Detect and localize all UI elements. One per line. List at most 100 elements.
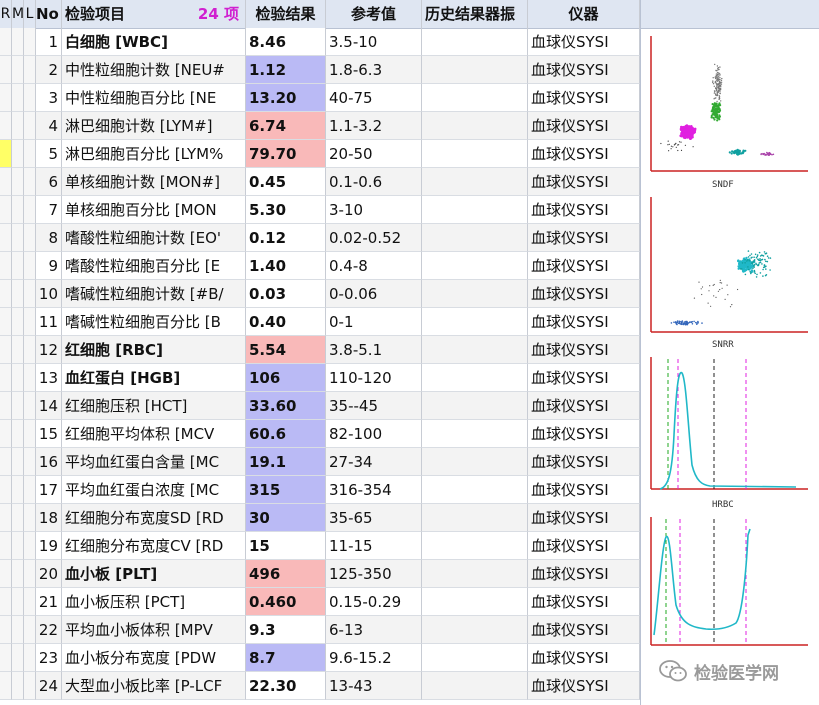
table-row[interactable]: 16 平均血红蛋白含量 [MC 19.1 27-34 血球仪SYSI — [0, 448, 640, 476]
item-name[interactable]: 单核细胞计数 [MON#] — [62, 168, 246, 196]
flag-m-cell[interactable] — [12, 392, 24, 420]
col-header-no[interactable]: No — [36, 0, 62, 28]
result-value[interactable]: 0.45 — [246, 168, 326, 196]
flag-l-cell[interactable] — [24, 112, 36, 140]
table-row[interactable]: 8 嗜酸性粒细胞计数 [EO' 0.12 0.02-0.52 血球仪SYSI — [0, 224, 640, 252]
flag-m-cell[interactable] — [12, 448, 24, 476]
result-value[interactable]: 0.12 — [246, 224, 326, 252]
item-name[interactable]: 淋巴细胞百分比 [LYM% — [62, 140, 246, 168]
flag-r-cell[interactable] — [0, 224, 12, 252]
table-row[interactable]: 17 平均血红蛋白浓度 [MC 315 316-354 血球仪SYSI — [0, 476, 640, 504]
flag-m-cell[interactable] — [12, 84, 24, 112]
table-row[interactable]: 3 中性粒细胞百分比 [NE 13.20 40-75 血球仪SYSI — [0, 84, 640, 112]
results-grid[interactable]: R M L No 检验项目 24 项 检验结果 参考值 历史结果器振 仪器 1白… — [0, 0, 640, 705]
flag-r-cell[interactable] — [0, 504, 12, 532]
flag-l-cell[interactable] — [24, 56, 36, 84]
table-row[interactable]: 14 红细胞压积 [HCT] 33.60 35--45 血球仪SYSI — [0, 392, 640, 420]
flag-r-cell[interactable] — [0, 532, 12, 560]
result-value[interactable]: 60.6 — [246, 420, 326, 448]
result-value[interactable]: 22.30 — [246, 672, 326, 700]
col-header-r[interactable]: R — [0, 0, 12, 28]
table-row[interactable]: 11 嗜碱性粒细胞百分比 [B 0.40 0-1 血球仪SYSI — [0, 308, 640, 336]
flag-r-cell[interactable] — [0, 252, 12, 280]
flag-m-cell[interactable] — [12, 280, 24, 308]
flag-m-cell[interactable] — [12, 168, 24, 196]
flag-r-cell[interactable] — [0, 168, 12, 196]
item-name[interactable]: 单核细胞百分比 [MON — [62, 196, 246, 224]
flag-m-cell[interactable] — [12, 476, 24, 504]
col-header-ref[interactable]: 参考值 — [326, 0, 422, 28]
result-value[interactable]: 0.460 — [246, 588, 326, 616]
item-name[interactable]: 平均血红蛋白含量 [MC — [62, 448, 246, 476]
table-row[interactable]: 2 中性粒细胞计数 [NEU# 1.12 1.8-6.3 血球仪SYSI — [0, 56, 640, 84]
flag-r-cell[interactable] — [0, 308, 12, 336]
item-name[interactable]: 中性粒细胞计数 [NEU# — [62, 56, 246, 84]
result-value[interactable]: 33.60 — [246, 392, 326, 420]
flag-m-cell[interactable] — [12, 644, 24, 672]
col-header-result[interactable]: 检验结果 — [246, 0, 326, 28]
result-value[interactable]: 0.03 — [246, 280, 326, 308]
item-name[interactable]: 白细胞 [WBC] — [62, 28, 246, 56]
item-name[interactable]: 红细胞平均体积 [MCV — [62, 420, 246, 448]
col-header-m[interactable]: M — [12, 0, 24, 28]
flag-l-cell[interactable] — [24, 532, 36, 560]
table-row[interactable]: 21 血小板压积 [PCT] 0.460 0.15-0.29 血球仪SYSI — [0, 588, 640, 616]
table-row[interactable]: 4 淋巴细胞计数 [LYM#] 6.74 1.1-3.2 血球仪SYSI — [0, 112, 640, 140]
item-name[interactable]: 中性粒细胞百分比 [NE — [62, 84, 246, 112]
flag-m-cell[interactable] — [12, 252, 24, 280]
table-row[interactable]: 23 血小板分布宽度 [PDW 8.7 9.6-15.2 血球仪SYSI — [0, 644, 640, 672]
result-value[interactable]: 5.30 — [246, 196, 326, 224]
item-name[interactable]: 血小板分布宽度 [PDW — [62, 644, 246, 672]
result-value[interactable]: 1.12 — [246, 56, 326, 84]
result-value[interactable]: 5.54 — [246, 336, 326, 364]
table-row[interactable]: 12 红细胞 [RBC] 5.54 3.8-5.1 血球仪SYSI — [0, 336, 640, 364]
item-name[interactable]: 淋巴细胞计数 [LYM#] — [62, 112, 246, 140]
result-value[interactable]: 8.7 — [246, 644, 326, 672]
item-name[interactable]: 嗜酸性粒细胞百分比 [E — [62, 252, 246, 280]
flag-m-cell[interactable] — [12, 56, 24, 84]
result-value[interactable]: 9.3 — [246, 616, 326, 644]
table-row[interactable]: 15 红细胞平均体积 [MCV 60.6 82-100 血球仪SYSI — [0, 420, 640, 448]
flag-l-cell[interactable] — [24, 252, 36, 280]
table-row[interactable]: 1 白细胞 [WBC] 8.46 3.5-10 血球仪SYSI — [0, 28, 640, 56]
result-value[interactable]: 13.20 — [246, 84, 326, 112]
result-value[interactable]: 106 — [246, 364, 326, 392]
flag-l-cell[interactable] — [24, 644, 36, 672]
flag-m-cell[interactable] — [12, 336, 24, 364]
flag-r-cell[interactable] — [0, 644, 12, 672]
item-name[interactable]: 血小板压积 [PCT] — [62, 588, 246, 616]
flag-m-cell[interactable] — [12, 224, 24, 252]
flag-r-cell[interactable] — [0, 196, 12, 224]
flag-r-cell[interactable] — [0, 448, 12, 476]
flag-r-cell[interactable] — [0, 84, 12, 112]
result-value[interactable]: 30 — [246, 504, 326, 532]
result-value[interactable]: 8.46 — [246, 28, 326, 56]
flag-l-cell[interactable] — [24, 504, 36, 532]
flag-m-cell[interactable] — [12, 140, 24, 168]
result-value[interactable]: 15 — [246, 532, 326, 560]
flag-m-cell[interactable] — [12, 616, 24, 644]
flag-m-cell[interactable] — [12, 420, 24, 448]
table-row[interactable]: 6 单核细胞计数 [MON#] 0.45 0.1-0.6 血球仪SYSI — [0, 168, 640, 196]
flag-r-cell[interactable] — [0, 140, 12, 168]
flag-l-cell[interactable] — [24, 392, 36, 420]
table-row[interactable]: 13 血红蛋白 [HGB] 106 110-120 血球仪SYSI — [0, 364, 640, 392]
result-value[interactable]: 315 — [246, 476, 326, 504]
item-name[interactable]: 嗜碱性粒细胞计数 [#B/ — [62, 280, 246, 308]
flag-m-cell[interactable] — [12, 588, 24, 616]
flag-r-cell[interactable] — [0, 616, 12, 644]
result-value[interactable]: 1.40 — [246, 252, 326, 280]
result-value[interactable]: 79.70 — [246, 140, 326, 168]
flag-r-cell[interactable] — [0, 476, 12, 504]
table-row[interactable]: 7 单核细胞百分比 [MON 5.30 3-10 血球仪SYSI — [0, 196, 640, 224]
result-value[interactable]: 0.40 — [246, 308, 326, 336]
col-header-history[interactable]: 历史结果器振 — [422, 0, 528, 28]
flag-r-cell[interactable] — [0, 112, 12, 140]
item-name[interactable]: 平均血小板体积 [MPV — [62, 616, 246, 644]
flag-l-cell[interactable] — [24, 336, 36, 364]
item-name[interactable]: 平均血红蛋白浓度 [MC — [62, 476, 246, 504]
flag-l-cell[interactable] — [24, 308, 36, 336]
flag-r-cell[interactable] — [0, 588, 12, 616]
flag-l-cell[interactable] — [24, 588, 36, 616]
flag-r-cell[interactable] — [0, 336, 12, 364]
